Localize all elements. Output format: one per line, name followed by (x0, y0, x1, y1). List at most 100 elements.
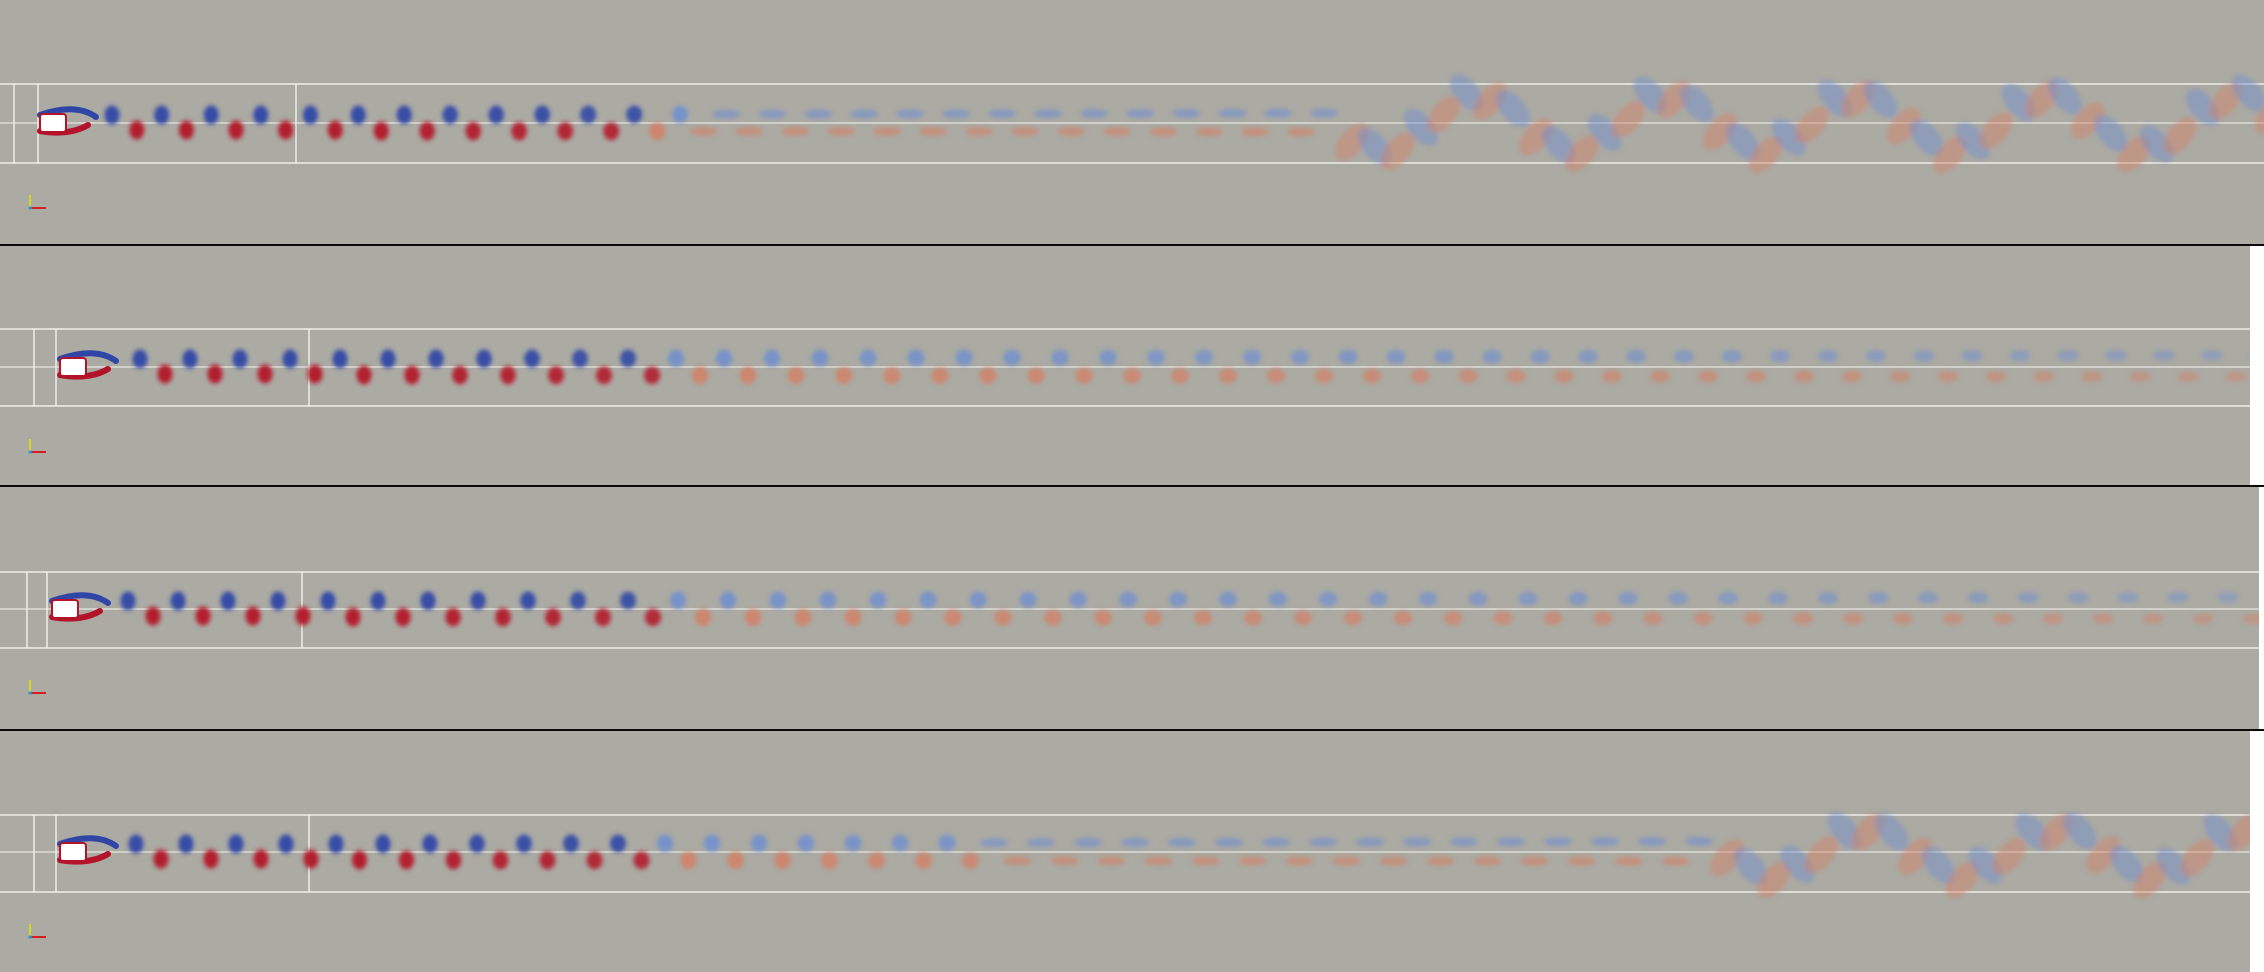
positive-vortex (883, 367, 901, 384)
positive-vortex (965, 127, 994, 137)
positive-vortex (445, 607, 461, 627)
render-view-4[interactable] (0, 731, 2250, 972)
positive-vortex (2129, 371, 2151, 383)
negative-vortex (938, 834, 956, 851)
positive-vortex (1362, 368, 1382, 384)
xyz-axes-triad-icon (28, 924, 46, 939)
positive-vortex (1011, 127, 1040, 137)
positive-vortex (303, 849, 319, 869)
negative-vortex (1917, 591, 1939, 604)
negative-vortex (703, 834, 721, 852)
domain-outline (0, 571, 2259, 649)
positive-vortex (1554, 369, 1574, 384)
cylinder-body (57, 350, 119, 380)
negative-vortex (1418, 591, 1438, 606)
negative-vortex (2105, 349, 2127, 362)
positive-vortex (228, 120, 244, 140)
positive-vortex (680, 851, 697, 870)
positive-vortex (794, 608, 812, 626)
negative-vortex (170, 591, 186, 611)
positive-vortex (1643, 611, 1663, 625)
negative-vortex (667, 349, 685, 368)
positive-vortex (787, 366, 805, 384)
negative-vortex (969, 591, 987, 608)
positive-vortex (844, 609, 862, 626)
positive-vortex (2092, 613, 2114, 625)
negative-vortex (1172, 108, 1201, 118)
negative-vortex (980, 838, 1008, 848)
negative-vortex (2017, 591, 2039, 604)
positive-vortex (1543, 611, 1563, 626)
positive-vortex (1144, 610, 1162, 626)
negative-vortex (2249, 353, 2250, 358)
negative-vortex (1668, 591, 1688, 605)
negative-vortex (1450, 837, 1478, 847)
positive-vortex (404, 365, 420, 385)
negative-vortex (203, 105, 219, 125)
negative-vortex (942, 109, 971, 119)
positive-vortex (511, 122, 527, 141)
positive-vortex (1473, 856, 1502, 866)
negative-vortex (375, 834, 391, 854)
negative-vortex (320, 591, 336, 611)
positive-vortex (1123, 368, 1141, 384)
negative-vortex (1817, 349, 1839, 363)
negative-vortex (1034, 109, 1063, 119)
positive-vortex (1293, 610, 1313, 626)
negative-vortex (232, 349, 248, 369)
negative-vortex (811, 349, 829, 367)
positive-vortex (2242, 613, 2259, 625)
positive-vortex (500, 366, 516, 385)
negative-vortex (1318, 591, 1338, 607)
render-view-1[interactable] (0, 0, 2264, 244)
positive-vortex (835, 367, 853, 384)
negative-vortex (1967, 591, 1989, 604)
negative-vortex (516, 834, 532, 853)
positive-vortex (931, 367, 949, 384)
positive-vortex (1506, 369, 1526, 384)
positive-vortex (129, 120, 145, 140)
cylinder (39, 113, 67, 133)
negative-vortex (891, 834, 909, 852)
negative-vortex (1099, 349, 1117, 366)
negative-vortex (182, 349, 198, 369)
positive-vortex (691, 366, 709, 385)
negative-vortex (719, 591, 737, 609)
positive-vortex (356, 365, 372, 385)
negative-vortex (1169, 591, 1187, 608)
vorticity-field (0, 328, 2250, 454)
negative-vortex (669, 591, 687, 610)
negative-vortex (620, 591, 636, 610)
negative-vortex (1338, 349, 1358, 365)
positive-vortex (465, 121, 481, 141)
negative-vortex (469, 834, 485, 853)
negative-vortex (626, 105, 643, 124)
negative-vortex (1468, 591, 1488, 606)
render-view-3[interactable] (0, 487, 2259, 729)
negative-vortex (715, 349, 733, 367)
positive-vortex (1218, 368, 1238, 384)
negative-vortex (520, 591, 536, 610)
negative-vortex (132, 349, 148, 369)
z-axis-icon (28, 450, 32, 454)
negative-vortex (1080, 109, 1109, 119)
negative-vortex (1568, 591, 1588, 606)
positive-vortex (994, 609, 1012, 626)
negative-vortex (1003, 349, 1021, 366)
positive-vortex (207, 364, 223, 384)
negative-vortex (178, 834, 194, 854)
negative-vortex (804, 109, 833, 119)
negative-vortex (1119, 591, 1137, 608)
negative-vortex (1867, 591, 1889, 605)
negative-vortex (396, 105, 412, 125)
negative-vortex (580, 105, 597, 124)
positive-vortex (178, 120, 194, 140)
positive-vortex (1379, 856, 1408, 866)
negative-vortex (282, 349, 298, 369)
negative-vortex (332, 349, 348, 369)
negative-vortex (1268, 591, 1288, 607)
positive-vortex (739, 366, 757, 385)
render-view-2[interactable] (0, 246, 2250, 485)
vorticity-field (0, 812, 2250, 939)
negative-vortex (1290, 349, 1310, 365)
